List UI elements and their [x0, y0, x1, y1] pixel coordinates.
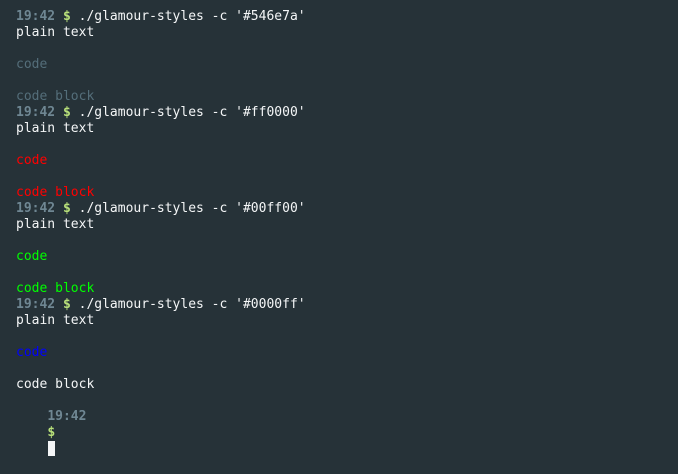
code-block-output: code block	[16, 281, 95, 296]
command-text: ./glamour-styles -c '#00ff00'	[78, 201, 306, 216]
plain-text-output: plain text	[16, 217, 95, 232]
prompt-symbol: $	[62, 105, 71, 120]
prompt-time: 19:42	[16, 297, 56, 312]
command-line: 19:42 $ ./glamour-styles -c '#ff0000'	[16, 105, 678, 121]
command-block: 19:42 $ ./glamour-styles -c '#ff0000' pla…	[16, 105, 678, 201]
plain-text-output: plain text	[16, 25, 95, 40]
code-block-output: code block	[16, 377, 95, 392]
command-text: ./glamour-styles -c '#0000ff'	[78, 297, 306, 312]
command-line: 19:42 $ ./glamour-styles -c '#0000ff'	[16, 297, 678, 313]
active-prompt-line[interactable]: 19:42 $	[16, 393, 678, 456]
command-block: 19:42 $ ./glamour-styles -c '#00ff00' pla…	[16, 201, 678, 297]
code-output: code	[16, 153, 48, 168]
prompt-time: 19:42	[47, 409, 87, 424]
prompt-symbol: $	[62, 201, 71, 216]
code-output: code	[16, 57, 48, 72]
command-line: 19:42 $ ./glamour-styles -c '#546e7a'	[16, 9, 678, 25]
terminal-output: 19:42 $ ./glamour-styles -c '#546e7a' pla…	[16, 9, 678, 393]
plain-text-output: plain text	[16, 313, 95, 328]
command-block: 19:42 $ ./glamour-styles -c '#546e7a' pla…	[16, 9, 678, 105]
prompt-time: 19:42	[16, 201, 56, 216]
terminal-cursor[interactable]	[48, 441, 56, 456]
prompt-time: 19:42	[16, 9, 56, 24]
prompt-symbol: $	[62, 297, 71, 312]
code-block-output: code block	[16, 185, 95, 200]
command-line: 19:42 $ ./glamour-styles -c '#00ff00'	[16, 201, 678, 217]
code-block-output: code block	[16, 89, 95, 104]
command-text: ./glamour-styles -c '#546e7a'	[78, 9, 306, 24]
prompt-symbol: $	[62, 9, 71, 24]
code-output: code	[16, 345, 48, 360]
code-output: code	[16, 249, 48, 264]
command-text: ./glamour-styles -c '#ff0000'	[78, 105, 306, 120]
command-block: 19:42 $ ./glamour-styles -c '#0000ff' pla…	[16, 297, 678, 393]
terminal-window[interactable]: 19:42 $ ./glamour-styles -c '#546e7a' pla…	[0, 0, 678, 456]
prompt-symbol: $	[47, 425, 56, 440]
plain-text-output: plain text	[16, 121, 95, 136]
prompt-time: 19:42	[16, 105, 56, 120]
